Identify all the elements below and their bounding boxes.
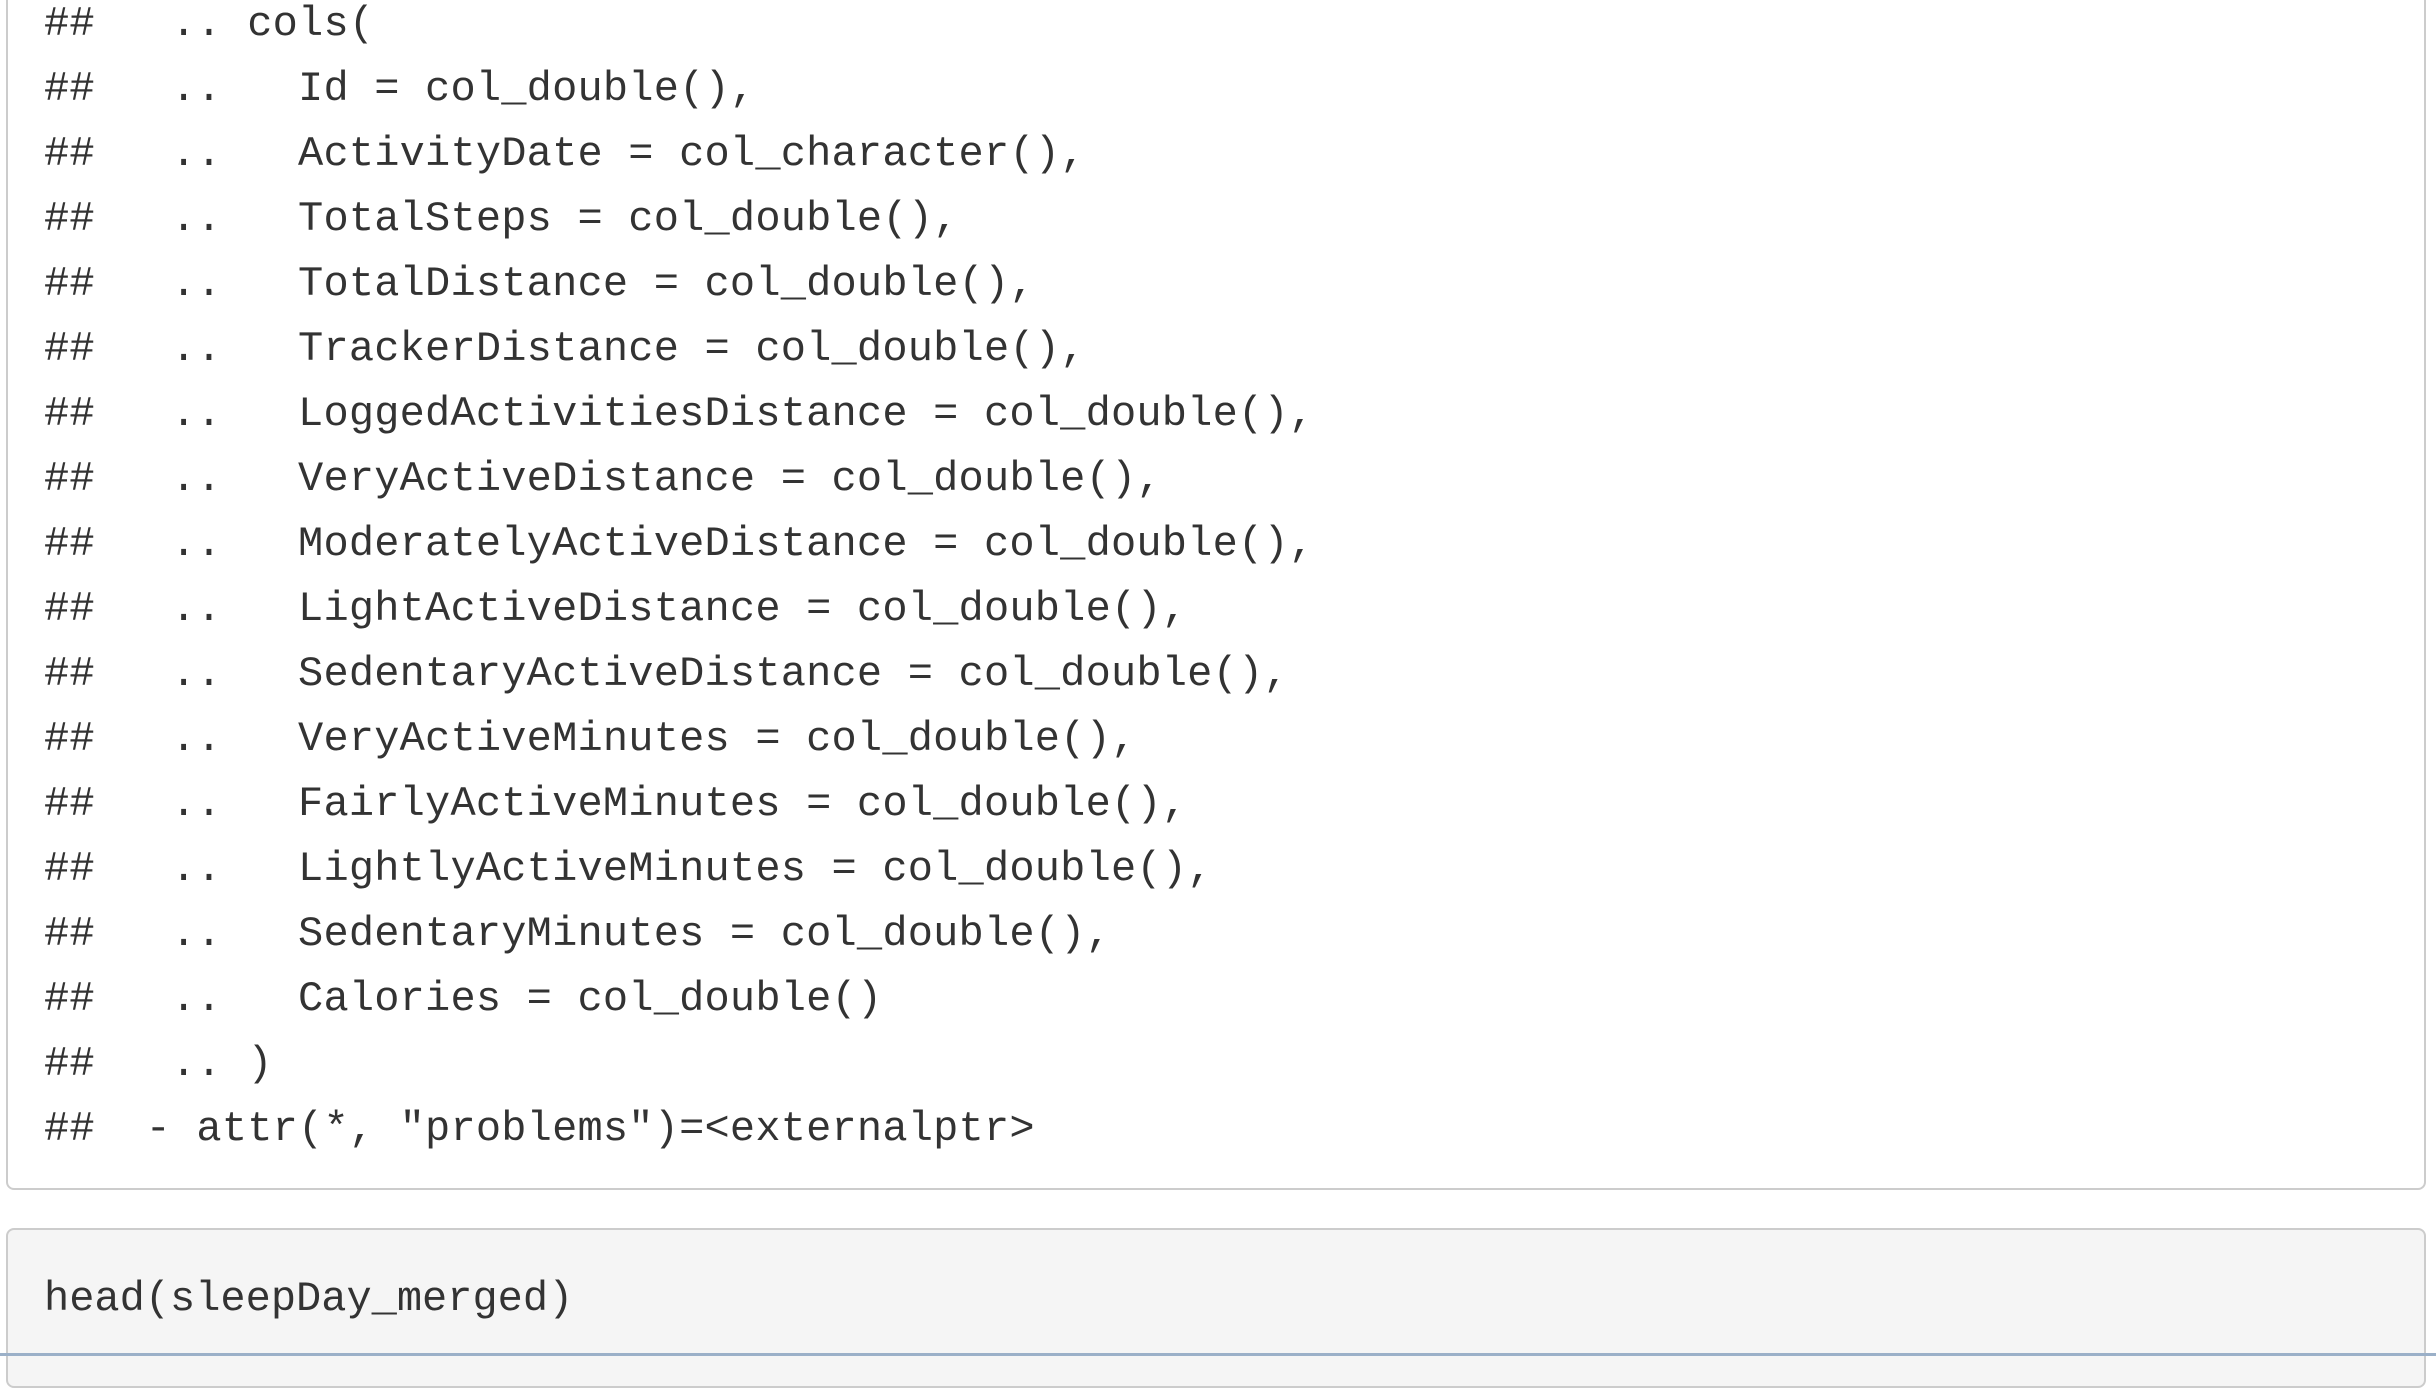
- output-line: ## .. ActivityDate = col_character(),: [44, 130, 1086, 178]
- output-line: ## .. TotalDistance = col_double(),: [44, 260, 1035, 308]
- output-line: ## .. ModeratelyActiveDistance = col_dou…: [44, 520, 1315, 568]
- r-output-block: ## .. cols( ## .. Id = col_double(), ## …: [6, 0, 2426, 1190]
- output-line: ## .. ): [44, 1040, 273, 1088]
- output-line: ## .. TrackerDistance = col_double(),: [44, 325, 1086, 373]
- output-line: ## .. LightlyActiveMinutes = col_double(…: [44, 845, 1213, 893]
- output-line: ## .. VeryActiveMinutes = col_double(),: [44, 715, 1137, 763]
- output-line: ## .. SedentaryMinutes = col_double(),: [44, 910, 1111, 958]
- r-code-chunk[interactable]: head(sleepDay_merged): [6, 1228, 2426, 1388]
- code-line[interactable]: head(sleepDay_merged): [44, 1267, 573, 1332]
- output-line: ## - attr(*, "problems")=<externalptr>: [44, 1105, 1035, 1153]
- output-line: ## .. cols(: [44, 0, 375, 48]
- output-line: ## .. Calories = col_double(): [44, 975, 883, 1023]
- output-line: ## .. FairlyActiveMinutes = col_double()…: [44, 780, 1188, 828]
- output-line: ## .. SedentaryActiveDistance = col_doub…: [44, 650, 1289, 698]
- output-line: ## .. LightActiveDistance = col_double()…: [44, 585, 1188, 633]
- output-line: ## .. Id = col_double(),: [44, 65, 756, 113]
- output-line: ## .. LoggedActivitiesDistance = col_dou…: [44, 390, 1315, 438]
- output-line: ## .. TotalSteps = col_double(),: [44, 195, 959, 243]
- output-line: ## .. VeryActiveDistance = col_double(),: [44, 455, 1162, 503]
